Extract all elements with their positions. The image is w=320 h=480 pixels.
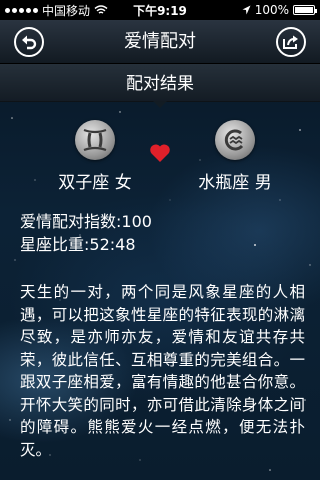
section-header: 配对结果 [0,64,320,102]
page-title: 爱情配对 [124,31,196,52]
love-index-value: 100 [121,212,152,231]
navigation-bar: 爱情配对 [0,20,320,64]
battery-icon [293,5,317,15]
status-bar: 中国移动 下午9:19 100% [0,0,320,20]
share-icon [283,35,298,49]
male-sign-label: 水瓶座 男 [198,173,272,193]
gemini-icon [75,120,115,160]
love-index-label: 爱情配对指数: [20,212,122,231]
love-index-line: 爱情配对指数: 100 [20,210,152,233]
signal-strength-icon [5,7,38,13]
sign-ratio-value: 52:48 [89,235,136,254]
battery-percent: 100% [254,3,289,17]
score-block: 爱情配对指数: 100 星座比重: 52:48 [20,210,152,256]
share-button[interactable] [276,27,306,57]
sign-ratio-label: 星座比重: [20,235,90,254]
carrier-label: 中国移动 [42,3,91,18]
location-arrow-icon [242,5,251,15]
female-sign: 双子座 女 [40,120,150,193]
sign-ratio-line: 星座比重: 52:48 [20,233,152,256]
match-description: 天生的一对，两个同是风象星座的人相遇，可以把这象性星座的特征表现的淋漓尽致，是亦… [20,283,305,459]
header-pointer [153,101,167,108]
heart-icon [150,144,170,162]
female-sign-label: 双子座 女 [58,173,132,193]
male-sign: 水瓶座 男 [180,120,290,193]
aquarius-icon [215,120,255,160]
wifi-icon [94,5,108,14]
